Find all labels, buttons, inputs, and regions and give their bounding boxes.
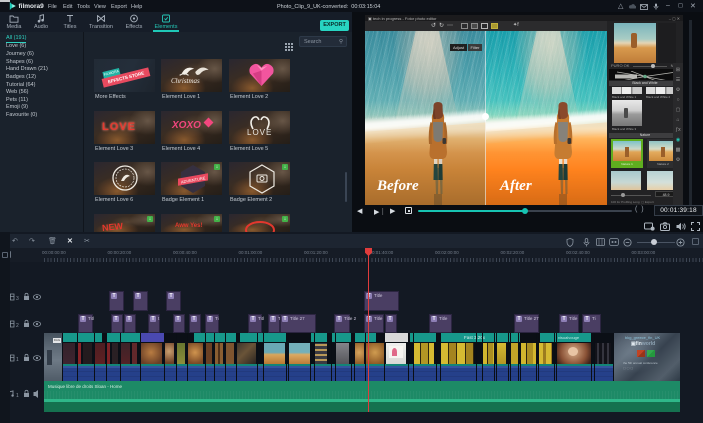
svg-text:3: 3 xyxy=(16,296,19,302)
svg-text:2: 2 xyxy=(16,323,19,329)
svg-text:1: 1 xyxy=(16,393,19,399)
svg-text:1: 1 xyxy=(16,357,19,363)
